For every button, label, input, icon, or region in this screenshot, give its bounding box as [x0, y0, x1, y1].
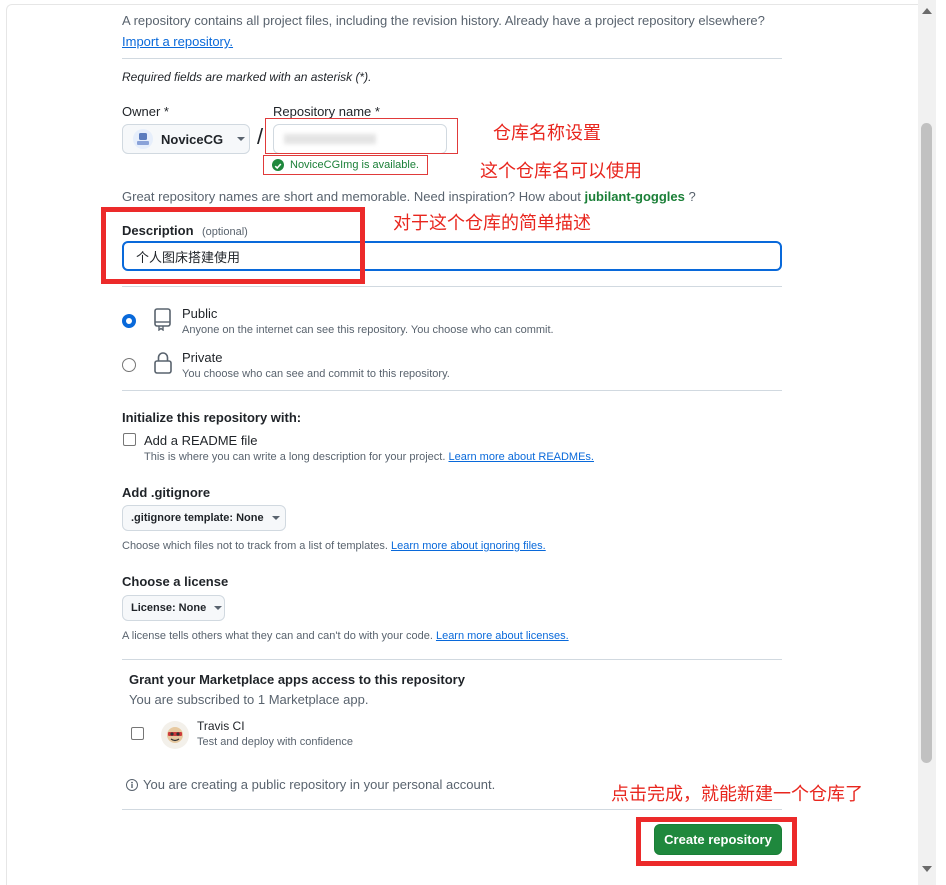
- availability-badge: NoviceCGImg is available.: [263, 155, 428, 175]
- readme-label[interactable]: Add a README file: [144, 433, 257, 448]
- marketplace-heading: Grant your Marketplace apps access to th…: [129, 672, 465, 687]
- suggested-name[interactable]: jubilant-goggles: [584, 189, 684, 204]
- readme-checkbox[interactable]: [123, 433, 136, 446]
- private-desc: You choose who can see and commit to thi…: [182, 368, 450, 380]
- gitignore-heading: Add .gitignore: [122, 485, 211, 500]
- gitignore-template-select[interactable]: .gitignore template: None: [122, 505, 286, 531]
- create-button-annotation-box: [636, 817, 797, 866]
- license-learn-more-link[interactable]: Learn more about licenses.: [436, 630, 569, 642]
- public-notice: You are creating a public repository in …: [126, 777, 495, 792]
- init-heading: Initialize this repository with:: [122, 410, 302, 425]
- repo-name-label: Repository name *: [273, 104, 380, 119]
- public-notice-text: You are creating a public repository in …: [143, 777, 496, 792]
- owner-label: Owner *: [122, 104, 169, 119]
- availability-text: NoviceCGImg is available.: [290, 159, 419, 171]
- divider: [122, 659, 782, 660]
- private-radio[interactable]: [122, 358, 136, 372]
- travis-ci-name: Travis CI: [197, 719, 245, 733]
- intro-text: A repository contains all project files,…: [122, 13, 765, 28]
- divider: [122, 58, 782, 59]
- repo-icon: [153, 307, 173, 336]
- divider: [122, 809, 782, 810]
- public-desc: Anyone on the internet can see this repo…: [182, 324, 554, 336]
- annotation-name-usable: 这个仓库名可以使用: [480, 161, 642, 182]
- annotation-repo-name-setting: 仓库名称设置: [493, 123, 601, 144]
- travis-ci-logo: [161, 721, 189, 749]
- gitignore-button-label: .gitignore template: None: [131, 512, 264, 524]
- public-title: Public: [182, 306, 218, 321]
- scroll-up-arrow-icon[interactable]: [922, 8, 932, 14]
- owner-select[interactable]: NoviceCG: [122, 124, 250, 154]
- import-repository-link[interactable]: Import a repository.: [122, 34, 233, 49]
- repo-name-annotation-box: [265, 118, 458, 154]
- info-icon: [126, 778, 138, 791]
- gitignore-learn-more-link[interactable]: Learn more about ignoring files.: [391, 540, 546, 552]
- license-heading: Choose a license: [122, 574, 229, 589]
- readme-desc-text: This is where you can write a long descr…: [144, 451, 446, 463]
- description-annotation-box: [101, 207, 365, 284]
- travis-ci-checkbox[interactable]: [131, 727, 144, 740]
- owner-repo-separator: /: [257, 124, 264, 149]
- readme-learn-more-link[interactable]: Learn more about READMEs.: [448, 451, 594, 463]
- license-desc-text: A license tells others what they can and…: [122, 630, 433, 642]
- travis-ci-desc: Test and deploy with confidence: [197, 736, 353, 748]
- name-suggestion: Great repository names are short and mem…: [122, 189, 696, 204]
- chevron-down-icon: [214, 606, 223, 610]
- scrollbar-thumb[interactable]: [921, 123, 932, 763]
- divider: [122, 286, 782, 287]
- required-note: Required fields are marked with an aster…: [122, 70, 372, 84]
- marketplace-sub: You are subscribed to 1 Marketplace app.: [129, 692, 369, 707]
- chevron-down-icon: [237, 137, 246, 141]
- license-desc: A license tells others what they can and…: [122, 630, 569, 642]
- annotation-click-finish: 点击完成，就能新建一个仓库了: [611, 784, 863, 805]
- license-button-label: License: None: [131, 602, 207, 614]
- owner-name: NoviceCG: [161, 131, 224, 147]
- scroll-down-arrow-icon[interactable]: [922, 866, 932, 872]
- check-circle-icon: [272, 159, 284, 171]
- suggestion-suffix: ?: [688, 189, 696, 204]
- gitignore-desc-text: Choose which files not to track from a l…: [122, 540, 388, 552]
- chevron-down-icon: [271, 516, 280, 520]
- avatar: [133, 129, 153, 149]
- divider: [122, 390, 782, 391]
- readme-desc: This is where you can write a long descr…: [144, 451, 594, 463]
- private-title: Private: [182, 350, 223, 365]
- annotation-description-hint: 对于这个仓库的简单描述: [393, 213, 591, 234]
- gitignore-desc: Choose which files not to track from a l…: [122, 540, 546, 552]
- public-radio[interactable]: [122, 314, 136, 328]
- suggestion-text: Great repository names are short and mem…: [122, 189, 581, 204]
- license-select[interactable]: License: None: [122, 595, 225, 621]
- lock-icon: [153, 351, 173, 380]
